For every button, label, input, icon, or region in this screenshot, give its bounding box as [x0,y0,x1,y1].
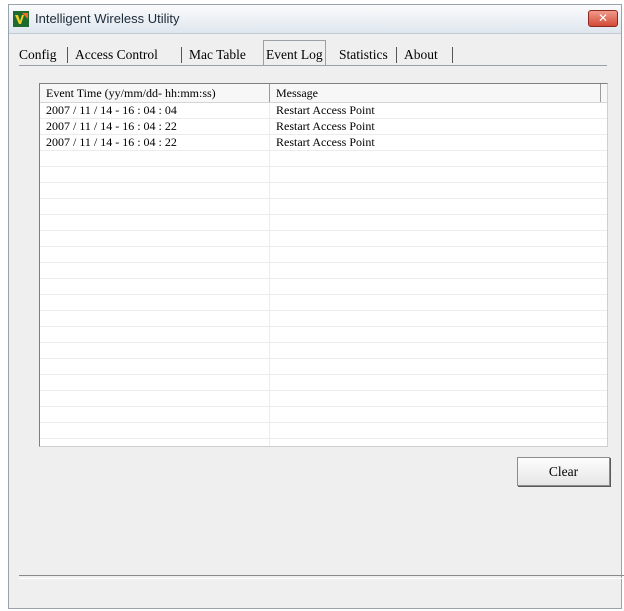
tab-statistics[interactable]: Statistics [339,43,388,66]
tab-event-log[interactable]: Event Log [263,40,326,65]
event-time-cell: 2007 / 11 / 14 - 16 : 04 : 04 [46,103,177,117]
tab-separator [452,47,453,63]
event-time-cell: 2007 / 11 / 14 - 16 : 04 : 22 [46,135,177,149]
table-row[interactable]: 2007 / 11 / 14 - 16 : 04 : 22 Restart Ac… [40,119,607,134]
tab-about[interactable]: About [404,43,438,66]
list-body [40,103,607,446]
tab-separator [396,47,397,63]
tab-separator [181,47,182,63]
close-button[interactable]: ✕ [588,10,618,27]
event-time-cell: 2007 / 11 / 14 - 16 : 04 : 22 [46,119,177,133]
column-header-message[interactable]: Message [270,84,601,102]
app-window: Intelligent Wireless Utility ✕ Config Ac… [8,4,624,609]
clear-button[interactable]: Clear [517,457,610,486]
table-row[interactable]: 2007 / 11 / 14 - 16 : 04 : 22 Restart Ac… [40,135,607,150]
close-icon: ✕ [597,11,609,25]
column-header-event-time[interactable]: Event Time (yy/mm/dd- hh:mm:ss) [40,84,270,102]
tab-config[interactable]: Config [19,43,57,66]
list-header: Event Time (yy/mm/dd- hh:mm:ss) Message [40,84,607,103]
tab-mac-table[interactable]: Mac Table [189,43,246,66]
window-title: Intelligent Wireless Utility [35,11,180,26]
app-logo-icon [13,11,29,27]
message-cell: Restart Access Point [276,103,375,117]
title-bar: Intelligent Wireless Utility ✕ [9,5,621,34]
tab-baseline [19,65,607,66]
column-divider [269,103,270,446]
bottom-divider [19,575,624,579]
event-log-list[interactable]: Event Time (yy/mm/dd- hh:mm:ss) Message … [39,83,608,447]
table-row[interactable]: 2007 / 11 / 14 - 16 : 04 : 04 Restart Ac… [40,103,607,118]
tab-separator [67,47,68,63]
tab-access-control[interactable]: Access Control [75,43,158,66]
message-cell: Restart Access Point [276,135,375,149]
message-cell: Restart Access Point [276,119,375,133]
